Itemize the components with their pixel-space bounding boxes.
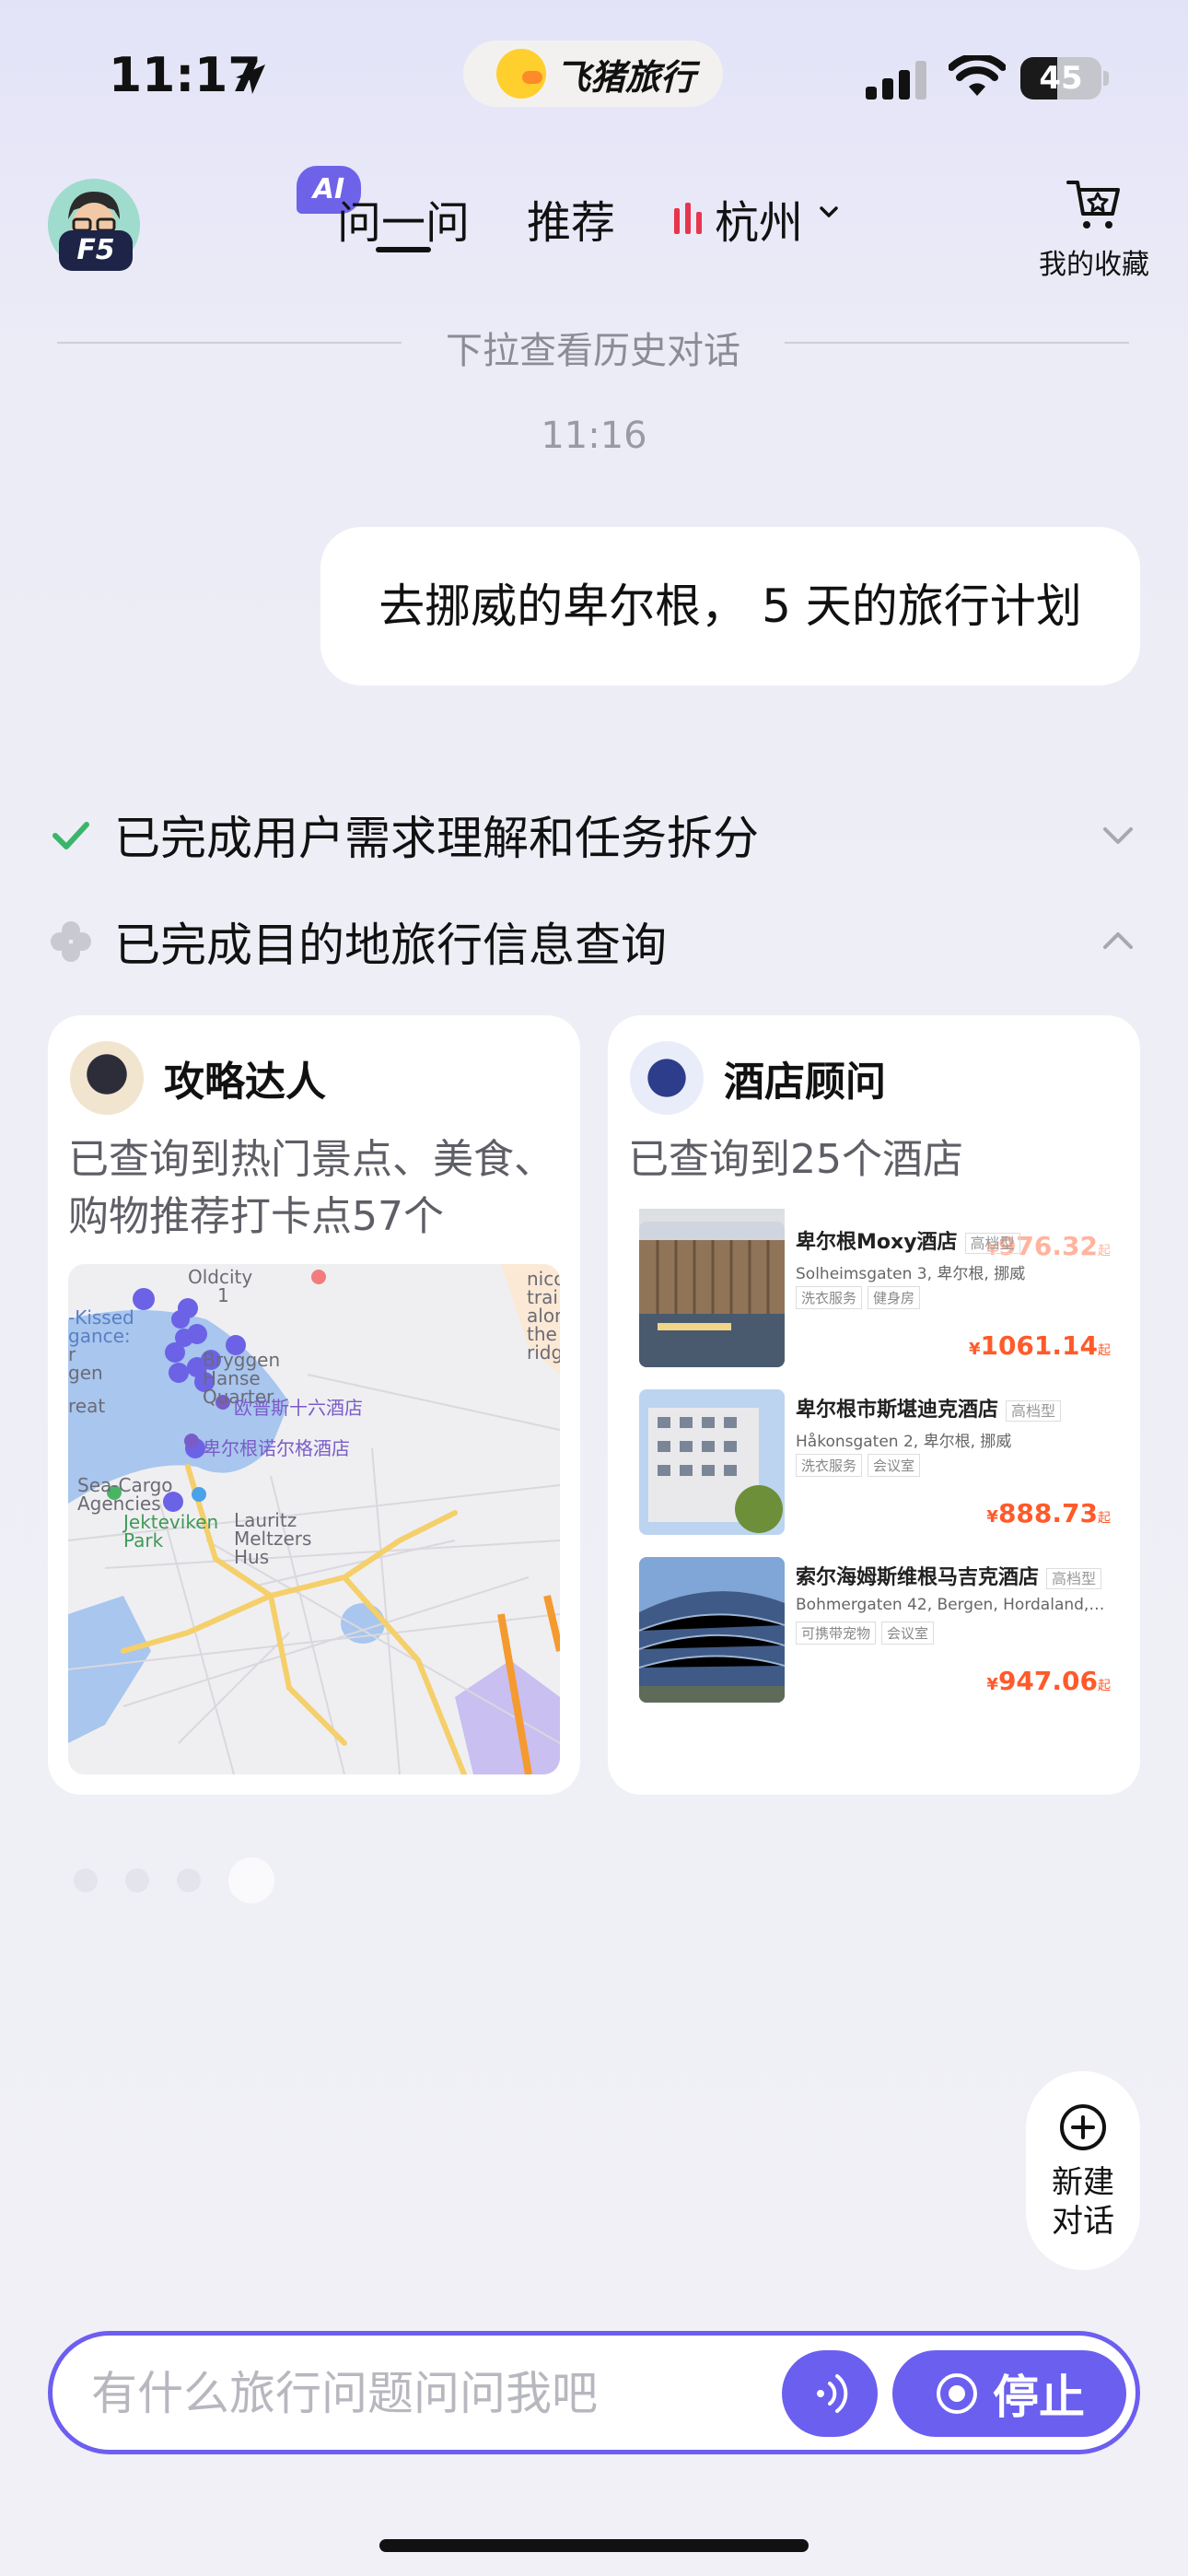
wifi-icon [949,55,1006,96]
hotel-card[interactable]: 酒店顾问 已查询到25个酒店 ¥976.32起 卑尔根Moxy酒店 高档型 Sol… [608,1015,1140,1795]
step-task-split[interactable]: 已完成用户需求理解和任务拆分 [48,798,1140,872]
chevron-up-icon[interactable] [1096,919,1140,964]
battery-level: 45 [1039,60,1083,97]
loading-indicator [74,1857,274,1903]
clover-icon [51,921,91,962]
loading-dot [177,1868,201,1892]
fliggy-logo-icon [496,49,546,99]
map-label: 1 [217,1284,229,1306]
hotel-address: Håkonsgaten 2, 卑尔根, 挪威 [796,1433,1012,1451]
map-hotel-label[interactable]: 欧普斯十六酒店 [234,1393,363,1420]
cellular-signal-icon [866,61,926,100]
favorites-label[interactable]: 我的收藏 [1039,241,1149,282]
new-chat-label: 新建 对话 [1052,2164,1114,2240]
map-label: gance: [68,1325,131,1347]
app-name-pill[interactable]: 飞猪旅行 [463,41,723,107]
chat-input-bar: 停止 [48,2331,1140,2454]
divider-right [785,342,1129,344]
home-indicator[interactable] [379,2539,809,2552]
hotel-advisor-avatar-icon [630,1041,704,1115]
message-timestamp: 11:16 [541,415,647,457]
hotel-photo [639,1222,785,1367]
loading-dot [125,1868,149,1892]
hotel-photo [639,1557,785,1703]
battery-indicator: 45 [1020,57,1109,100]
step-label: 已完成目的地旅行信息查询 [114,919,667,972]
tab-ask[interactable]: 问一问 [337,186,470,251]
hotel-list[interactable]: ¥976.32起 卑尔根Moxy酒店 高档型 Solheimsgaten 3, 卑… [630,1209,1118,1774]
city-bars-icon [674,203,702,234]
chat-input[interactable] [91,2363,773,2424]
loading-dot [74,1868,98,1892]
map-label: reat [68,1395,106,1417]
history-hint[interactable]: 下拉查看历史对话 [402,321,785,374]
guide-card-description: 已查询到热门景点、美食、购物推荐打卡点57个 [68,1136,554,1240]
app-name: 飞猪旅行 [555,56,696,98]
map-label: Park [123,1529,164,1551]
stop-button[interactable]: 停止 [892,2350,1126,2437]
map-label: Hus [234,1546,270,1568]
plus-circle-icon [1060,2104,1106,2150]
hotel-tags: 可携带宠物 会议室 [796,1622,935,1645]
user-message-bubble: 去挪威的卑尔根， 5 天的旅行计划 [320,527,1140,685]
map-hotel-label[interactable]: 卑尔根诺尔格酒店 [203,1434,350,1460]
hotel-row[interactable]: 卑尔根市斯堪迪克酒店 高档型 Håkonsgaten 2, 卑尔根, 挪威 洗衣服… [630,1376,1118,1535]
hotel-card-title: 酒店顾问 [724,1059,886,1106]
voice-wave-icon [817,2374,848,2413]
hotel-price: ¥1061.14起 [968,1330,1111,1361]
hotel-card-description: 已查询到25个酒店 [628,1136,963,1183]
map-label: gen [68,1362,103,1384]
location-arrow-icon [236,64,265,94]
hotel-tags: 洗衣服务 健身房 [796,1286,921,1309]
voice-button[interactable] [782,2350,878,2437]
guide-card-title: 攻略达人 [164,1059,326,1106]
attractions-map[interactable]: Oldcity 1 -Kissed gance: r gen reat Bryg… [68,1264,560,1774]
hotel-tag: 会议室 [868,1454,921,1477]
hotel-tag: 可携带宠物 [796,1622,877,1645]
hotel-address: Bohmergaten 42, Bergen, Hordaland, 505..… [796,1596,1109,1614]
hotel-address: Solheimsgaten 3, 卑尔根, 挪威 [796,1265,1026,1283]
hotel-tags: 洗衣服务 会议室 [796,1454,921,1477]
avatar-badge: F5 [59,230,133,271]
map-label: ridg [527,1341,560,1364]
loading-dot [228,1857,274,1903]
check-icon [52,822,89,849]
guide-card[interactable]: 攻略达人 已查询到热门景点、美食、购物推荐打卡点57个 Oldcity 1 -K… [48,1015,580,1795]
step-label: 已完成用户需求理解和任务拆分 [114,812,759,865]
favorites-cart-icon[interactable] [1065,175,1124,234]
stop-label: 停止 [993,2371,1085,2424]
city-selector[interactable]: 杭州 [715,186,803,251]
new-chat-button[interactable]: 新建 对话 [1026,2071,1140,2270]
hotel-tag: 会议室 [881,1622,935,1645]
chevron-down-icon[interactable] [816,199,842,225]
hotel-tag: 健身房 [868,1286,921,1309]
hotel-name: 索尔海姆斯维根马吉克酒店 高档型 [796,1561,1102,1590]
step-destination-query[interactable]: 已完成目的地旅行信息查询 [48,905,1140,978]
hotel-name: 卑尔根Moxy酒店 高档型 [796,1225,1020,1255]
hotel-price: ¥888.73起 [986,1498,1111,1528]
stop-circle-icon [937,2373,977,2414]
hotel-row[interactable]: 索尔海姆斯维根马吉克酒店 高档型 Bohmergaten 42, Bergen, … [630,1544,1118,1703]
chevron-down-icon[interactable] [1096,813,1140,857]
divider-left [57,342,402,344]
hotel-name: 卑尔根市斯堪迪克酒店 高档型 [796,1393,1062,1423]
hotel-price: ¥947.06起 [986,1666,1111,1696]
hotel-photo [639,1389,785,1535]
hotel-tag: 洗衣服务 [796,1286,863,1309]
tab-recommend[interactable]: 推荐 [527,186,615,251]
hotel-tag: 洗衣服务 [796,1454,863,1477]
guide-avatar-icon [70,1041,144,1115]
hotel-row[interactable]: 卑尔根Moxy酒店 高档型 Solheimsgaten 3, 卑尔根, 挪威 洗衣… [630,1209,1118,1367]
active-tab-underline [376,247,431,252]
